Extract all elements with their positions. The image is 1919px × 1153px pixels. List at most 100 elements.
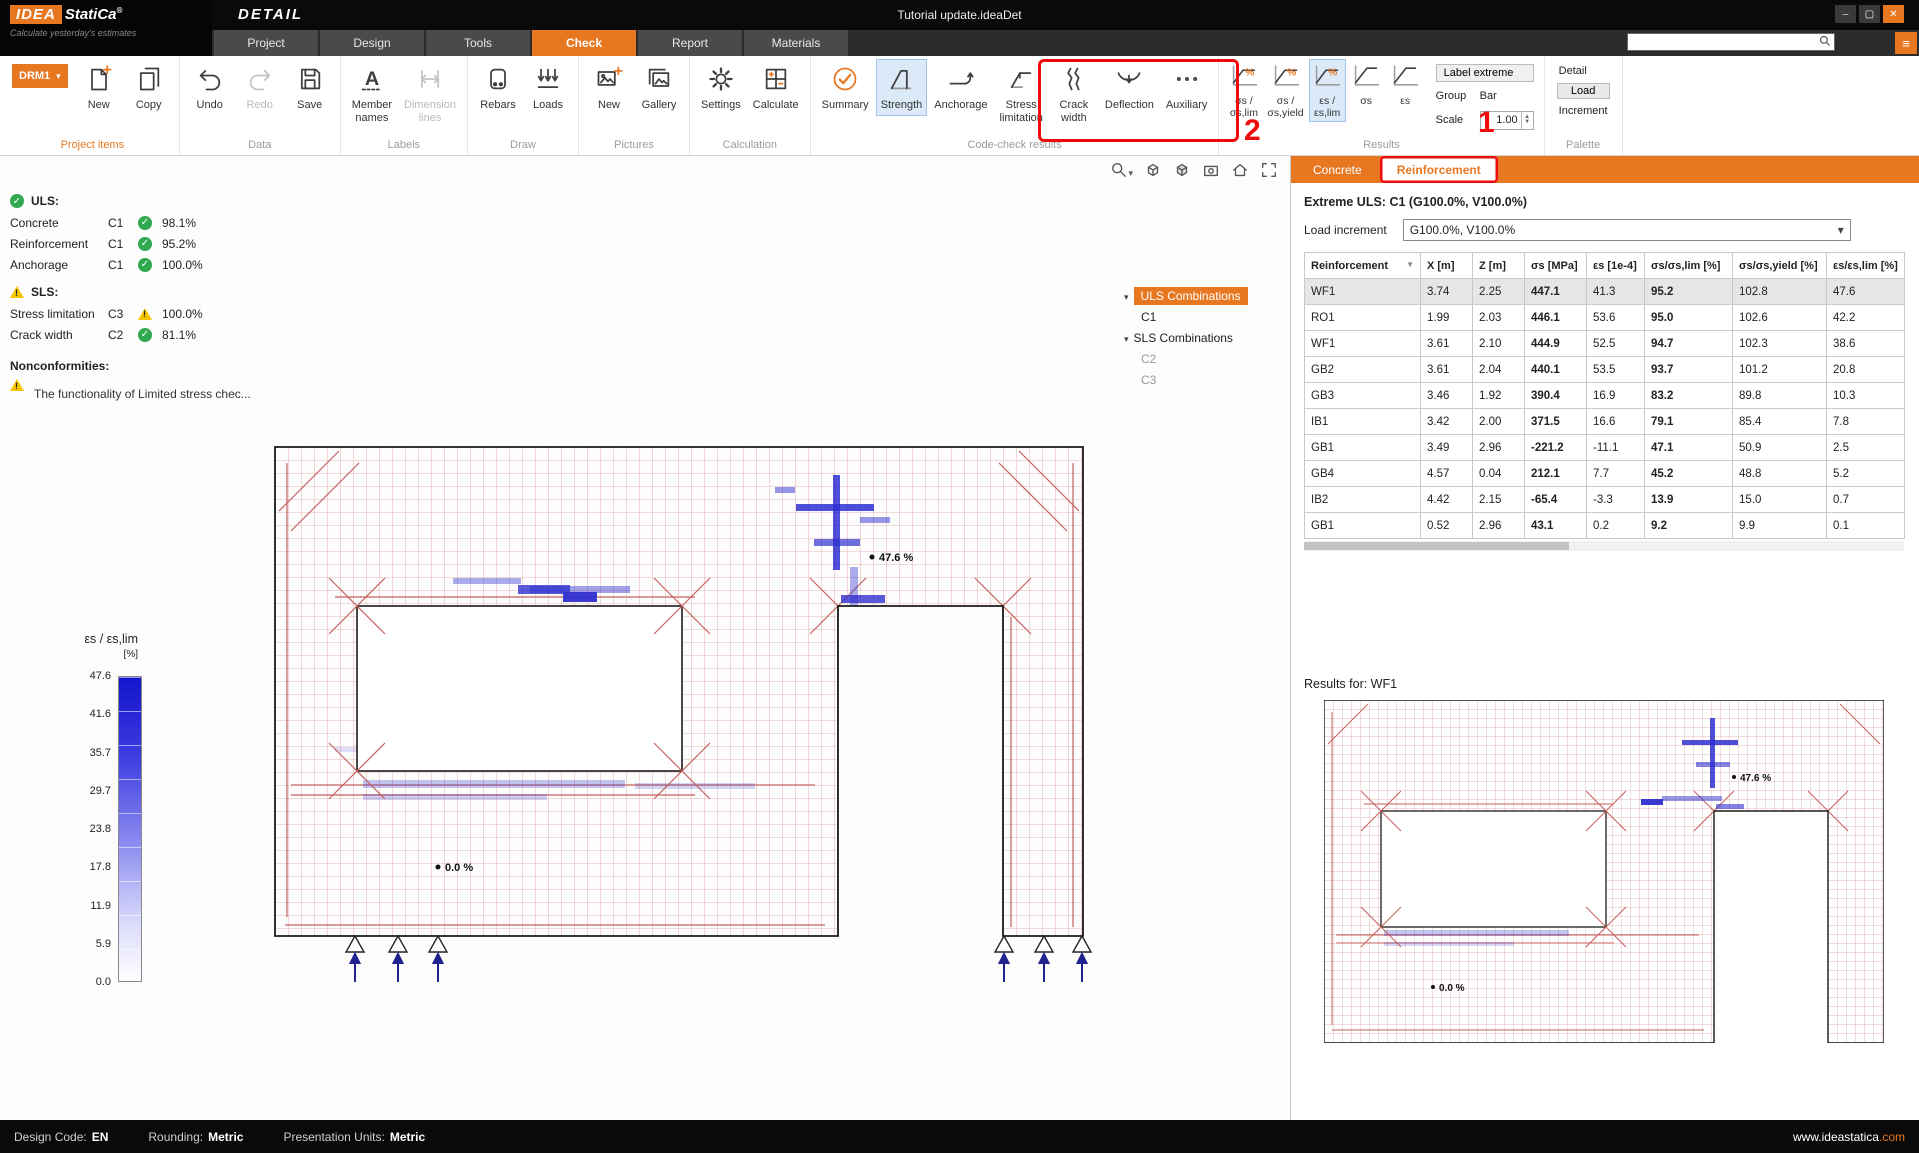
copy-button[interactable]: Copy bbox=[125, 59, 173, 116]
auxiliary-button[interactable]: Auxiliary bbox=[1161, 59, 1213, 116]
maximize-button[interactable] bbox=[1859, 5, 1880, 23]
table-cell: 5.2 bbox=[1827, 461, 1905, 487]
scale-tick-label: 11.9 bbox=[90, 900, 111, 912]
save-button[interactable]: Save bbox=[286, 59, 334, 116]
table-row[interactable]: GB44.570.04212.17.745.248.85.2 bbox=[1305, 461, 1905, 487]
status-row: ConcreteC198.1% bbox=[10, 212, 251, 233]
calculate-button[interactable]: Calculate bbox=[748, 59, 804, 116]
table-row[interactable]: IB24.422.15-65.4-3.313.915.00.7 bbox=[1305, 487, 1905, 513]
summary-button[interactable]: Summary bbox=[817, 59, 874, 116]
column-header[interactable]: Reinforcement bbox=[1305, 253, 1421, 279]
menu-button[interactable] bbox=[1895, 32, 1917, 54]
column-header[interactable]: εs [1e-4] bbox=[1587, 253, 1645, 279]
minimize-button[interactable] bbox=[1835, 5, 1856, 23]
axonometry-button[interactable] bbox=[1144, 161, 1162, 182]
tab-design[interactable]: Design bbox=[320, 30, 424, 56]
tab-report[interactable]: Report bbox=[638, 30, 742, 56]
tab-concrete[interactable]: Concrete bbox=[1296, 156, 1379, 183]
table-row[interactable]: GB10.522.9643.10.29.29.90.1 bbox=[1305, 513, 1905, 539]
scale-tick-label: 29.7 bbox=[90, 785, 111, 797]
table-cell: 3.61 bbox=[1421, 331, 1473, 357]
undo-button[interactable]: Undo bbox=[186, 59, 234, 116]
new-project-item-button[interactable]: New bbox=[75, 59, 123, 116]
expander-icon[interactable] bbox=[1124, 289, 1129, 303]
close-button[interactable] bbox=[1883, 5, 1904, 23]
project-item-selector[interactable]: DRM1 bbox=[12, 64, 68, 88]
column-header[interactable]: Z [m] bbox=[1473, 253, 1525, 279]
table-row[interactable]: GB13.492.96-221.2-11.147.150.92.5 bbox=[1305, 435, 1905, 461]
palette-increment-option[interactable]: Increment bbox=[1557, 104, 1610, 118]
column-header-label: σs/σs,lim [%] bbox=[1651, 260, 1720, 272]
new-picture-button[interactable]: New bbox=[585, 59, 633, 116]
snapshot-button[interactable] bbox=[1202, 161, 1220, 182]
anchorage-icon bbox=[947, 65, 975, 96]
filter-icon[interactable] bbox=[1406, 260, 1414, 269]
gallery-button[interactable]: Gallery bbox=[635, 59, 683, 116]
table-row[interactable]: GB23.612.04440.153.593.7101.220.8 bbox=[1305, 357, 1905, 383]
website-link[interactable]: www.ideastatica.com bbox=[1793, 1130, 1905, 1144]
ribbon-tab-bar: ProjectDesignToolsCheckReportMaterials bbox=[0, 30, 1919, 56]
dimension-lines-button[interactable]: Dimension lines bbox=[399, 59, 461, 128]
scrollbar-thumb[interactable] bbox=[1304, 542, 1569, 550]
load-increment-select[interactable]: G100.0%, V100.0% bbox=[1403, 219, 1851, 241]
loads-button[interactable]: Loads bbox=[524, 59, 572, 116]
table-row[interactable]: GB33.461.92390.416.983.289.810.3 bbox=[1305, 383, 1905, 409]
tab-reinforcement[interactable]: Reinforcement bbox=[1380, 156, 1498, 183]
column-header[interactable]: σs [MPa] bbox=[1525, 253, 1587, 279]
main-canvas[interactable]: ULS: ConcreteC198.1%ReinforcementC195.2%… bbox=[0, 156, 1290, 1120]
gallery-icon bbox=[645, 65, 673, 96]
palette-load-option[interactable]: Load bbox=[1557, 83, 1610, 99]
tree-item-sls-combinations[interactable]: SLS Combinations bbox=[1124, 327, 1288, 348]
result-es-eslim-button[interactable]: % εs / εs,lim bbox=[1309, 59, 1346, 122]
deflection-button[interactable]: Deflection bbox=[1100, 59, 1159, 116]
zoom-button[interactable] bbox=[1110, 161, 1133, 182]
redo-button[interactable]: Redo bbox=[236, 59, 284, 116]
table-cell: 3.42 bbox=[1421, 409, 1473, 435]
rebars-button[interactable]: Rebars bbox=[474, 59, 522, 116]
table-row[interactable]: WF13.742.25447.141.395.2102.847.6 bbox=[1305, 279, 1905, 305]
tree-item-c2[interactable]: C2 bbox=[1124, 348, 1288, 369]
horizontal-scrollbar[interactable] bbox=[1304, 541, 1904, 551]
solid-view-button[interactable] bbox=[1173, 161, 1191, 182]
tab-check[interactable]: Check bbox=[532, 30, 636, 56]
tree-item-c3[interactable]: C3 bbox=[1124, 369, 1288, 390]
column-header[interactable]: σs/σs,yield [%] bbox=[1733, 253, 1827, 279]
palette-detail-option[interactable]: Detail bbox=[1557, 64, 1610, 78]
tab-materials[interactable]: Materials bbox=[744, 30, 848, 56]
group-mode-select[interactable]: Bar bbox=[1480, 90, 1497, 102]
table-row[interactable]: RO11.992.03446.153.695.0102.642.2 bbox=[1305, 305, 1905, 331]
column-header[interactable]: X [m] bbox=[1421, 253, 1473, 279]
tab-tools[interactable]: Tools bbox=[426, 30, 530, 56]
label-extreme-toggle[interactable]: Label extreme bbox=[1436, 64, 1534, 82]
stepper-arrows-icon[interactable] bbox=[1521, 112, 1533, 129]
result-es-button[interactable]: εs bbox=[1387, 59, 1424, 110]
status-combination: C2 bbox=[108, 328, 138, 342]
result-ss-ssyield-button[interactable]: % σs / σs,yield bbox=[1264, 59, 1306, 122]
tab-project[interactable]: Project bbox=[214, 30, 318, 56]
tree-item-label: C3 bbox=[1141, 373, 1156, 387]
table-header-row: ReinforcementX [m]Z [m]σs [MPa]εs [1e-4]… bbox=[1305, 253, 1905, 279]
table-row[interactable]: WF13.612.10444.952.594.7102.338.6 bbox=[1305, 331, 1905, 357]
search-input[interactable] bbox=[1628, 34, 1819, 50]
home-view-button[interactable] bbox=[1231, 161, 1249, 182]
column-header[interactable]: εs/εs,lim [%] bbox=[1827, 253, 1905, 279]
warning-icon bbox=[138, 308, 152, 320]
result-ss-sslim-button[interactable]: % σs / σs,lim bbox=[1225, 59, 1262, 122]
tree-item-uls-combinations[interactable]: ULS Combinations bbox=[1124, 285, 1288, 306]
table-cell: 440.1 bbox=[1525, 357, 1587, 383]
anchorage-button[interactable]: Anchorage bbox=[929, 59, 992, 116]
crack-width-button[interactable]: Crack width bbox=[1050, 59, 1098, 128]
member-names-button[interactable]: A Member names bbox=[347, 59, 397, 128]
table-row[interactable]: IB13.422.00371.516.679.185.47.8 bbox=[1305, 409, 1905, 435]
scale-stepper[interactable]: 1.00 bbox=[1480, 111, 1534, 130]
table-cell: 3.49 bbox=[1421, 435, 1473, 461]
expander-icon[interactable] bbox=[1124, 331, 1129, 345]
fit-view-button[interactable] bbox=[1260, 161, 1278, 182]
stress-limitation-button[interactable]: Stress limitation bbox=[995, 59, 1048, 128]
strength-button[interactable]: Strength bbox=[876, 59, 928, 116]
tree-item-c1[interactable]: C1 bbox=[1124, 306, 1288, 327]
result-ss-button[interactable]: σs bbox=[1348, 59, 1385, 110]
structure-diagram[interactable]: 47.6 % 0.0 % bbox=[266, 441, 1092, 992]
column-header[interactable]: σs/σs,lim [%] bbox=[1645, 253, 1733, 279]
settings-button[interactable]: Settings bbox=[696, 59, 746, 116]
